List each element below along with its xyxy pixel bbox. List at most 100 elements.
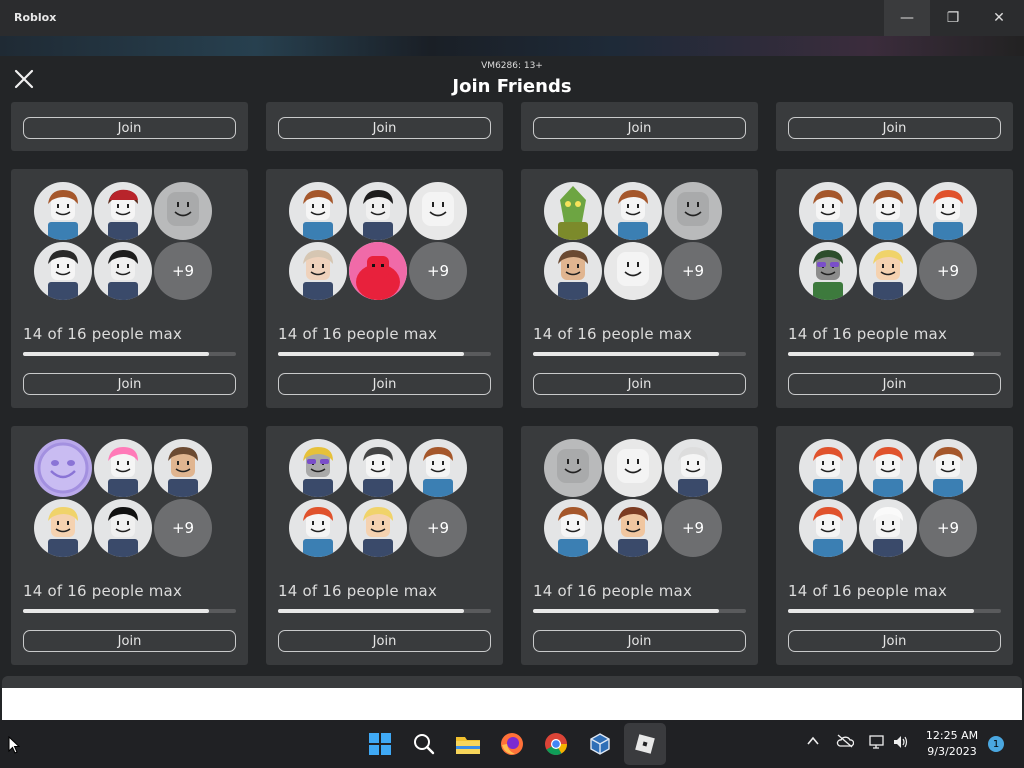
volume-icon[interactable] — [892, 734, 910, 754]
window-title-bar: Roblox — ❐ ✕ — [0, 0, 1024, 36]
mouse-cursor-icon — [8, 736, 20, 754]
friend-avatar-spiky-brown[interactable] — [604, 499, 662, 557]
friend-avatar-black-hair[interactable] — [94, 499, 152, 557]
app-title: Roblox — [14, 11, 57, 24]
friend-avatar-noob-brown[interactable] — [919, 439, 977, 497]
search-icon[interactable] — [410, 730, 438, 758]
friend-avatar-blonde-girl[interactable] — [349, 499, 407, 557]
join-button[interactable]: Join — [533, 630, 746, 652]
server-card: +9 14 of 16 people max Join — [266, 426, 503, 665]
join-button[interactable]: Join — [23, 630, 236, 652]
notification-badge[interactable]: 1 — [988, 736, 1004, 752]
minimize-button[interactable]: — — [884, 0, 930, 36]
windows-start-icon[interactable] — [366, 730, 394, 758]
maximize-button[interactable]: ❐ — [930, 0, 976, 36]
join-button[interactable]: Join — [533, 117, 746, 139]
more-friends-count[interactable]: +9 — [409, 242, 467, 300]
chevron-up-icon[interactable] — [806, 734, 820, 752]
join-button[interactable]: Join — [278, 373, 491, 395]
capacity-bar-fill — [23, 609, 210, 613]
server-card: +9 14 of 16 people max Join — [11, 169, 248, 408]
capacity-bar-fill — [533, 609, 720, 613]
friend-avatar-noob-brown[interactable] — [799, 182, 857, 240]
friend-avatar-bald-ninja[interactable] — [664, 439, 722, 497]
server-label: VM6286: 13+ — [481, 61, 543, 71]
player-count-label: 14 of 16 people max — [533, 582, 693, 600]
friend-avatar-blank-white[interactable] — [604, 242, 662, 300]
friend-avatar-brown-hair-man[interactable] — [544, 242, 602, 300]
capacity-bar — [788, 352, 1001, 356]
join-button[interactable]: Join — [23, 117, 236, 139]
friend-avatar-dark-hair-girl[interactable] — [94, 242, 152, 300]
friend-avatar-blank-gray[interactable] — [544, 439, 602, 497]
friend-avatar-red-hair-girl[interactable] — [919, 182, 977, 240]
friend-avatar-mini-figure[interactable] — [34, 242, 92, 300]
server-card-partial: Join — [776, 102, 1013, 151]
join-button[interactable]: Join — [23, 373, 236, 395]
friend-avatar-red-hair-girl[interactable] — [289, 499, 347, 557]
onedrive-icon[interactable] — [836, 734, 855, 752]
friend-avatar-pink-anime[interactable] — [94, 439, 152, 497]
load-more-bar[interactable] — [2, 676, 1022, 720]
close-window-button[interactable]: ✕ — [976, 0, 1022, 36]
friend-avatar-purple-smile[interactable] — [34, 439, 92, 497]
more-friends-count[interactable]: +9 — [919, 499, 977, 557]
more-friends-count[interactable]: +9 — [919, 242, 977, 300]
roblox-icon[interactable] — [631, 730, 659, 758]
friend-avatar-blank-gray[interactable] — [154, 182, 212, 240]
friend-avatar-noob-brown[interactable] — [409, 439, 467, 497]
taskbar: 12:25 AM 9/3/2023 — [0, 720, 1024, 768]
more-friends-count[interactable]: +9 — [154, 242, 212, 300]
system-clock[interactable]: 12:25 AM 9/3/2023 — [920, 728, 984, 760]
friend-avatar-red-hair-girl[interactable] — [799, 439, 857, 497]
more-friends-count[interactable]: +9 — [409, 499, 467, 557]
friend-avatar-noob-brown[interactable] — [859, 182, 917, 240]
friend-avatar-white-figure[interactable] — [859, 499, 917, 557]
capacity-bar — [278, 352, 491, 356]
network-icon[interactable] — [868, 734, 886, 754]
join-button[interactable]: Join — [788, 373, 1001, 395]
virtualbox-icon[interactable] — [586, 730, 614, 758]
friend-avatar-bike-rider[interactable] — [349, 439, 407, 497]
friend-avatar-purple-glasses[interactable] — [799, 242, 857, 300]
server-card-partial: Join — [521, 102, 758, 151]
friend-avatar-noob-brown[interactable] — [604, 182, 662, 240]
friend-avatar-brown-hair-man[interactable] — [154, 439, 212, 497]
player-count-label: 14 of 16 people max — [788, 582, 948, 600]
modal-title: Join Friends — [452, 76, 572, 97]
friend-avatar-noob-brown[interactable] — [34, 182, 92, 240]
friend-avatar-noob-redcap[interactable] — [94, 182, 152, 240]
friend-avatar-blank-white[interactable] — [604, 439, 662, 497]
friend-avatar-blank-white[interactable] — [409, 182, 467, 240]
friend-avatar-red-hair-girl[interactable] — [859, 439, 917, 497]
friend-avatar-blank-gray[interactable] — [664, 182, 722, 240]
file-explorer-icon[interactable] — [454, 730, 482, 758]
player-count-label: 14 of 16 people max — [23, 325, 183, 343]
firefox-icon[interactable] — [498, 730, 526, 758]
join-button[interactable]: Join — [278, 117, 491, 139]
friend-avatar-old-granny[interactable] — [289, 242, 347, 300]
friend-avatar-noob-brown[interactable] — [544, 499, 602, 557]
friend-avatar-red-blob[interactable] — [349, 242, 407, 300]
friend-avatar-blonde-girl[interactable] — [34, 499, 92, 557]
more-friends-count[interactable]: +9 — [664, 242, 722, 300]
server-card: +9 14 of 16 people max Join — [521, 426, 758, 665]
more-friends-count[interactable]: +9 — [664, 499, 722, 557]
friend-avatar-green-lizard[interactable] — [544, 182, 602, 240]
capacity-bar — [23, 609, 236, 613]
join-button[interactable]: Join — [533, 373, 746, 395]
friend-avatar-noob-brown[interactable] — [289, 182, 347, 240]
capacity-bar-fill — [533, 352, 720, 356]
more-friends-count[interactable]: +9 — [154, 499, 212, 557]
join-button[interactable]: Join — [788, 117, 1001, 139]
join-button[interactable]: Join — [788, 630, 1001, 652]
friend-avatar-dark-hair-girl[interactable] — [349, 182, 407, 240]
capacity-bar-fill — [278, 352, 465, 356]
join-button[interactable]: Join — [278, 630, 491, 652]
player-count-label: 14 of 16 people max — [533, 325, 693, 343]
friend-avatar-blonde-girl[interactable] — [859, 242, 917, 300]
server-card: +9 14 of 16 people max Join — [11, 426, 248, 665]
friend-avatar-red-hair-girl[interactable] — [799, 499, 857, 557]
friend-avatar-blonde-glasses[interactable] — [289, 439, 347, 497]
chrome-icon[interactable] — [542, 730, 570, 758]
